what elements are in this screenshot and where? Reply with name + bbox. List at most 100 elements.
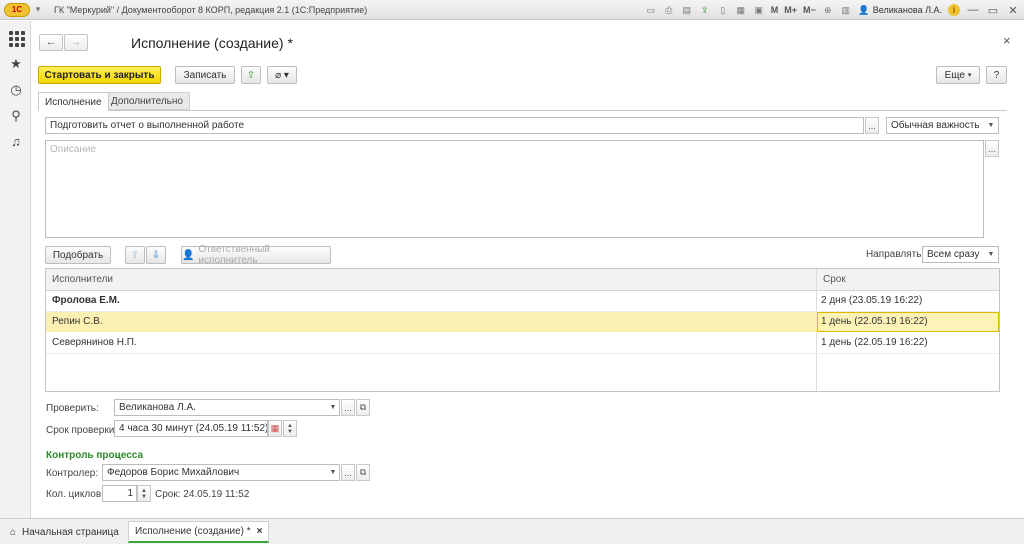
checker-select-button[interactable]: ... (341, 399, 355, 416)
post-icon[interactable]: ⇧ (241, 66, 261, 84)
close-window-button[interactable]: ✕ (1006, 4, 1020, 17)
cycles-field[interactable]: 1 (102, 485, 137, 502)
form-title: Исполнение (создание) * (131, 35, 293, 51)
history-icon[interactable]: ◷ (8, 82, 24, 98)
copy-icon[interactable]: ▭ (645, 4, 657, 16)
app-logo[interactable]: 1С (4, 2, 30, 17)
layout-icon[interactable]: ▥ (840, 4, 852, 16)
forward-button[interactable]: → (64, 34, 88, 51)
more-button[interactable]: Еще ▾ (936, 66, 980, 84)
tab-divider (38, 110, 1007, 111)
chevron-down-icon[interactable]: ▼ (326, 399, 340, 416)
table-row[interactable]: Фролова Е.М. 2 дня (23.05.19 16:22) (46, 291, 999, 311)
help-button[interactable]: ? (986, 66, 1007, 84)
chevron-down-icon[interactable]: ▼ (984, 117, 998, 134)
sidebar: ★ ◷ ⚲ ♫ (0, 21, 31, 519)
process-term-text: Срок: 24.05.19 11:52 (155, 489, 250, 500)
memory-button[interactable]: M (771, 5, 779, 15)
responsible-executor-button[interactable]: 👤 Ответственный исполнитель (181, 244, 331, 266)
move-down-button[interactable]: ⇩ (146, 246, 166, 264)
column-term[interactable]: Срок (817, 269, 846, 291)
search-icon[interactable]: ⚲ (8, 108, 24, 124)
print-icon[interactable]: ⎙ (663, 4, 675, 16)
chevron-down-icon[interactable]: ▼ (326, 464, 340, 481)
close-form-icon[interactable]: × (1003, 33, 1011, 48)
chevron-down-icon[interactable]: ▼ (984, 246, 998, 263)
maximize-button[interactable]: ▭ (986, 4, 1000, 17)
current-form-tab[interactable]: Исполнение (создание) * × (128, 521, 270, 543)
check-label: Проверить: (46, 403, 99, 414)
open-windows-bar: ⌂ Начальная страница Исполнение (создани… (0, 518, 1024, 544)
zoom-icon[interactable]: ⊕ (822, 4, 834, 16)
term-stepper[interactable]: ▲ ▼ (283, 420, 297, 437)
column-executors[interactable]: Исполнители (46, 269, 113, 291)
process-control-heading: Контроль процесса (46, 450, 144, 461)
attach-button[interactable]: ⌀ ▾ (267, 66, 297, 84)
table-icon[interactable]: ▦ (735, 4, 747, 16)
open-icon[interactable]: ⧉ (356, 399, 370, 416)
chevron-down-icon: ▾ (967, 72, 972, 79)
check-term-label: Срок проверки: (46, 425, 118, 436)
controller-select-button[interactable]: ... (341, 464, 355, 481)
home-page-tab[interactable]: ⌂ Начальная страница (4, 521, 125, 543)
memory-plus-button[interactable]: M+ (784, 5, 797, 15)
start-and-close-button[interactable]: Стартовать и закрыть (38, 66, 161, 84)
table-row[interactable]: Северянинов Н.П. 1 день (22.05.19 16:22) (46, 333, 999, 353)
home-icon: ⌂ (10, 526, 17, 538)
controller-field[interactable]: Федоров Борис Михайлович (102, 464, 340, 481)
calendar-icon[interactable]: ▦ (268, 420, 282, 437)
document-icon[interactable]: ▯ (717, 4, 729, 16)
more-label: Еще (944, 69, 965, 81)
back-button[interactable]: ← (39, 34, 63, 51)
tab-execution[interactable]: Исполнение (38, 92, 109, 111)
paperclip-icon: ⌀ ▾ (275, 69, 289, 81)
subject-select-button[interactable]: ... (865, 117, 879, 134)
favorites-star-icon[interactable]: ★ (8, 56, 24, 72)
user-name: Великанова Л.А. (872, 5, 942, 15)
home-page-label: Начальная страница (22, 526, 119, 538)
current-form-label: Исполнение (создание) * (135, 526, 251, 537)
cycles-stepper[interactable]: ▲ ▼ (137, 485, 151, 502)
importance-select[interactable]: Обычная важность (886, 117, 999, 134)
move-up-button[interactable]: ⇧ (125, 246, 145, 264)
executor-term: 1 день (22.05.19 16:22) (821, 337, 928, 348)
window-title: ГК "Меркурий" / Документооборот 8 КОРП, … (54, 4, 368, 15)
executors-table: Исполнители Срок Фролова Е.М. 2 дня (23.… (45, 268, 1000, 392)
table-row-selected[interactable]: Репин С.В. 1 день (22.05.19 16:22) (46, 312, 999, 332)
row-divider (46, 353, 999, 354)
current-user[interactable]: 👤 Великанова Л.А. (858, 4, 942, 16)
cycles-label: Кол. циклов: (46, 489, 104, 500)
calendar-icon[interactable]: ▣ (753, 4, 765, 16)
executor-term: 1 день (22.05.19 16:22) (821, 316, 928, 327)
user-icon: 👤 (182, 249, 195, 261)
info-icon[interactable]: i (948, 4, 960, 16)
save-button[interactable]: Записать (175, 66, 235, 84)
controller-label: Контролер: (46, 468, 99, 479)
close-icon[interactable]: × (257, 526, 263, 537)
open-icon[interactable]: ⧉ (356, 464, 370, 481)
title-bar: 1С ▾ ГК "Меркурий" / Документооборот 8 К… (0, 0, 1024, 20)
title-toolbar: ▭ ⎙ ▤ ⇪ ▯ ▦ ▣ M M+ M− ⊕ ▥ 👤 Великанова Л… (645, 0, 1020, 20)
pick-button[interactable]: Подобрать (45, 246, 111, 264)
executor-name: Репин С.В. (52, 316, 103, 327)
executor-name: Северянинов Н.П. (52, 337, 137, 348)
bell-icon[interactable]: ♫ (8, 134, 24, 150)
executor-name: Фролова Е.М. (52, 295, 120, 306)
menu-grid-icon[interactable] (8, 30, 25, 47)
table-header: Исполнители Срок (46, 269, 999, 291)
checker-field[interactable]: Великанова Л.А. (114, 399, 340, 416)
description-field[interactable]: Описание (45, 140, 984, 238)
check-term-field[interactable]: 4 часа 30 минут (24.05.19 11:52) (114, 420, 268, 437)
chevron-down-icon[interactable]: ▾ (32, 4, 44, 16)
user-icon: 👤 (858, 4, 870, 15)
description-edit-button[interactable]: ... (985, 140, 999, 157)
responsible-label: Ответственный исполнитель (198, 244, 270, 266)
preview-icon[interactable]: ▤ (681, 4, 693, 16)
send-label: Направлять: (866, 249, 925, 260)
subject-field[interactable]: Подготовить отчет о выполненной работе (45, 117, 864, 134)
executor-term: 2 дня (23.05.19 16:22) (821, 295, 923, 306)
memory-minus-button[interactable]: M− (803, 5, 816, 15)
minimize-button[interactable]: — (966, 4, 980, 16)
upload-icon[interactable]: ⇪ (699, 4, 711, 16)
tab-additional[interactable]: Дополнительно (104, 92, 190, 110)
